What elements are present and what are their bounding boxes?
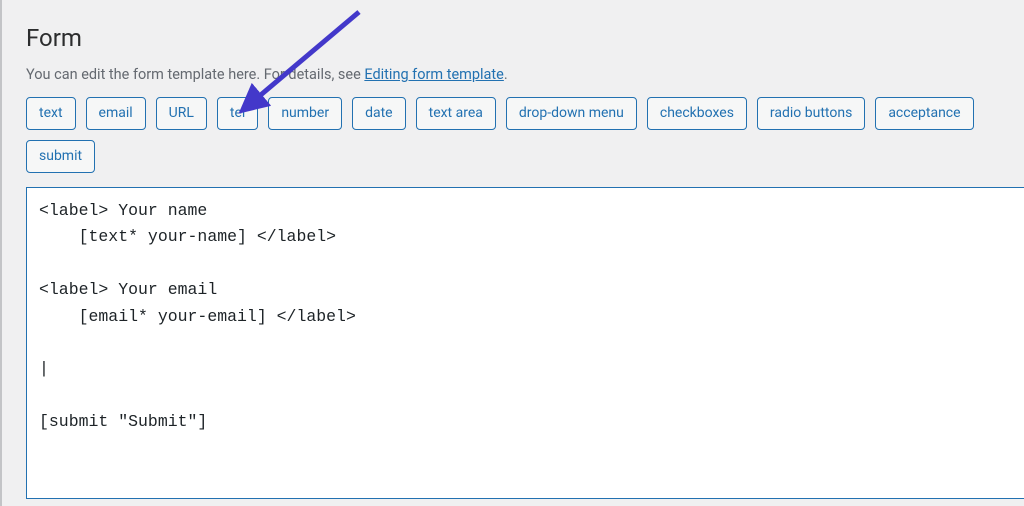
- tag-button-url[interactable]: URL: [156, 97, 207, 130]
- desc-suffix: .: [504, 66, 508, 83]
- tag-button-dropdown[interactable]: drop-down menu: [506, 97, 637, 130]
- tag-button-radio[interactable]: radio buttons: [757, 97, 865, 130]
- tag-generator-row: text email URL tel number date text area…: [26, 97, 1024, 173]
- tag-button-submit[interactable]: submit: [26, 140, 95, 173]
- tag-button-date[interactable]: date: [352, 97, 406, 130]
- tag-button-acceptance[interactable]: acceptance: [875, 97, 973, 130]
- form-template-editor-wrap: [26, 187, 1024, 499]
- tag-button-number[interactable]: number: [268, 97, 342, 130]
- panel-title: Form: [26, 24, 1024, 52]
- tag-button-tel[interactable]: tel: [217, 97, 258, 130]
- tag-button-textarea[interactable]: text area: [416, 97, 496, 130]
- panel-description: You can edit the form template here. For…: [26, 66, 1024, 83]
- form-template-textarea[interactable]: [27, 188, 1024, 498]
- tag-button-text[interactable]: text: [26, 97, 76, 130]
- tag-button-email[interactable]: email: [86, 97, 146, 130]
- editing-template-link[interactable]: Editing form template: [364, 66, 504, 83]
- tag-button-checkboxes[interactable]: checkboxes: [647, 97, 747, 130]
- form-editor-panel: Form You can edit the form template here…: [0, 0, 1024, 506]
- desc-prefix: You can edit the form template here. For…: [26, 66, 364, 83]
